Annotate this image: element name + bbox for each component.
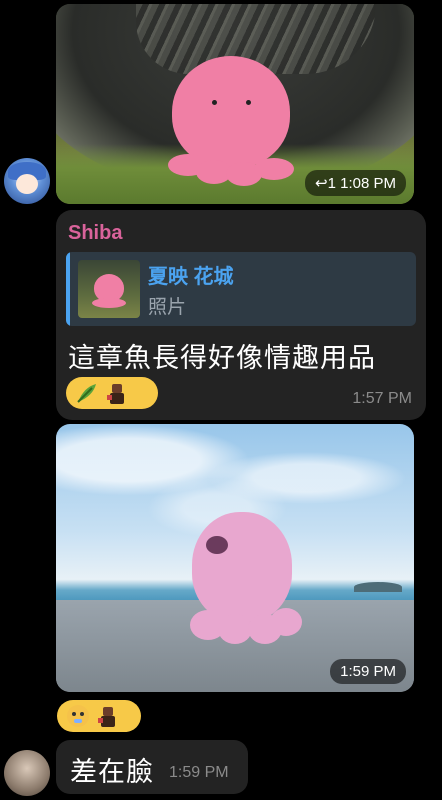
figure-icon[interactable]: [95, 703, 121, 729]
reply-snippet: 照片: [148, 297, 187, 318]
reply-accent-bar: [66, 252, 70, 326]
octopus-image-message[interactable]: ↩1 1:08 PM: [56, 4, 414, 204]
avatar[interactable]: [4, 750, 50, 796]
message-time: 1:57 PM: [352, 390, 412, 407]
toy-image-message[interactable]: 1:59 PM: [56, 424, 414, 692]
island: [354, 582, 402, 592]
herb-icon[interactable]: [74, 380, 100, 406]
reaction-bar[interactable]: [57, 700, 141, 732]
message-time: 1:59 PM: [169, 764, 229, 781]
sender-name[interactable]: Shiba: [68, 222, 122, 245]
reaction-bar[interactable]: [66, 377, 158, 409]
message-time: 1:59 PM: [330, 659, 406, 684]
avatar[interactable]: [4, 158, 50, 204]
message-text: 這章魚長得好像情趣用品: [68, 343, 376, 373]
text-message-bubble[interactable]: Shiba 夏映 花城 照片 這章魚長得好像情趣用品 1:57 PM: [56, 210, 426, 420]
figure-icon[interactable]: [104, 380, 130, 406]
message-text: 差在臉: [70, 757, 154, 787]
text-message-bubble[interactable]: 差在臉 1:59 PM: [56, 740, 248, 794]
reply-author: 夏映 花城: [148, 266, 234, 288]
baby-face-icon[interactable]: [65, 703, 91, 729]
reply-quote[interactable]: 夏映 花城 照片: [66, 252, 416, 326]
message-time: ↩1 1:08 PM: [305, 170, 406, 196]
reply-thumbnail: [78, 260, 140, 318]
